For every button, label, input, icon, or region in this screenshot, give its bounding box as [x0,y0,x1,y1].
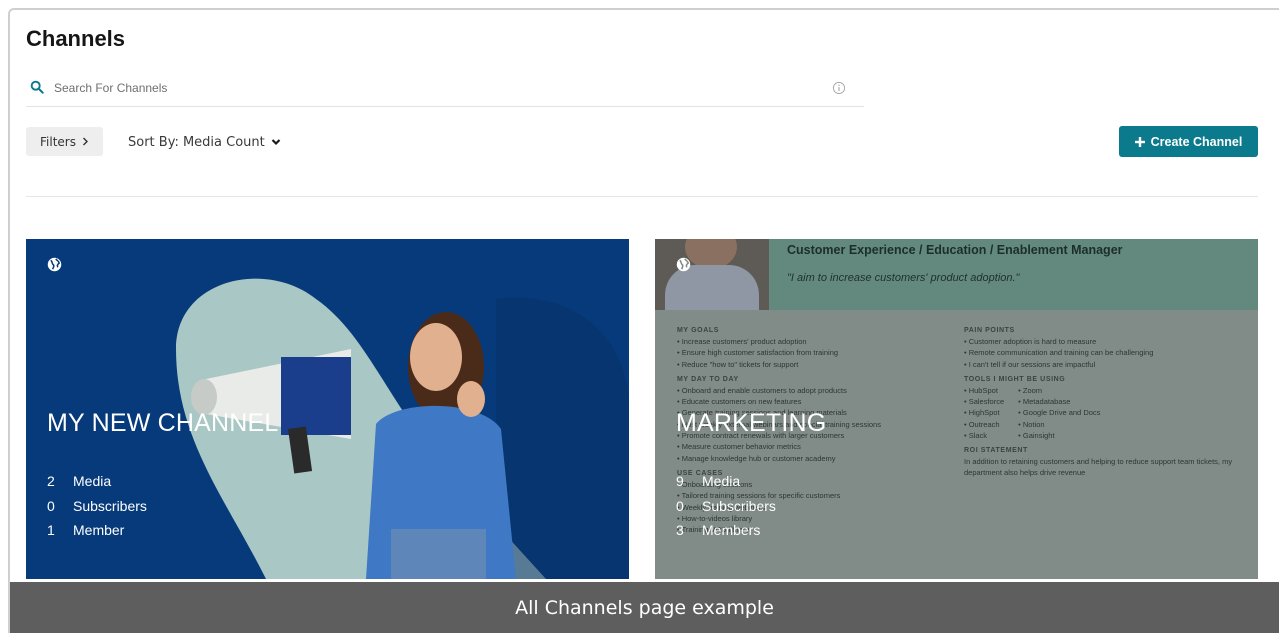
list-item: • Gainsight [1018,431,1055,441]
caption-bar: All Channels page example [10,582,1279,633]
list-item: • I can't tell if our sessions are impac… [964,359,1096,369]
chevron-right-icon [82,137,88,146]
tools-heading: TOOLS I MIGHT BE USING [964,375,1066,383]
roi-heading: ROI STATEMENT [964,447,1028,455]
channel-title: MARKETING [676,409,827,437]
divider [26,196,1258,197]
caption-text: All Channels page example [515,596,774,619]
list-item: • Remote communication and training can … [964,348,1154,358]
persona-photo [655,239,769,310]
stat-label: Member [73,522,125,539]
list-item: • Metadatabase [1018,397,1071,407]
day-heading: MY DAY TO DAY [677,375,739,383]
stat-label: Media [73,473,112,490]
list-item: • HighSpot [964,408,1000,418]
stat-count: 9 [676,473,684,490]
list-item: • Zoom [1018,385,1043,395]
globe-icon [676,257,691,272]
chevron-down-icon [271,139,281,146]
channel-stats: 2 Media 0 Subscribers 1 Member [47,469,147,543]
stat-label: Subscribers [702,497,776,514]
stat-count: 3 [676,522,684,539]
stat-label: Media [702,473,741,490]
list-item: • HubSpot [964,385,998,395]
list-item: • Reduce "how to" tickets for support [677,359,799,369]
search-input[interactable] [54,78,814,98]
stat-label: Members [702,522,761,539]
list-item: • Manage knowledge hub or customer acade… [677,453,836,463]
stat-members: 1 Member [47,518,147,543]
list-item: • Outreach [964,419,1000,429]
list-item: • Slack [964,431,988,441]
list-item: • Educate customers on new features [677,397,802,407]
list-item: • Ensure high customer satisfaction from… [677,348,839,358]
stat-subscribers: 0 Subscribers [676,494,776,519]
filters-button[interactable]: Filters [26,127,103,156]
list-item: • Notion [1018,419,1045,429]
channel-card-marketing[interactable]: Customer Experience / Education / Enable… [655,239,1258,579]
list-item: • Measure customer behavior metrics [677,442,801,452]
list-item: • Google Drive and Docs [1018,408,1101,418]
stat-count: 0 [676,497,684,514]
page-title: Channels [26,26,126,51]
stat-count: 2 [47,473,55,490]
search-bar[interactable] [26,76,864,107]
stat-media: 2 Media [47,469,147,494]
sort-label: Sort By: Media Count [128,134,265,150]
stat-count: 1 [47,522,55,539]
filters-label: Filters [40,134,76,149]
goals-heading: MY GOALS [677,327,720,334]
channel-title: MY NEW CHANNEL [47,409,279,437]
create-channel-button[interactable]: Create Channel [1119,126,1258,157]
stat-label: Subscribers [73,497,147,514]
roi-text: In addition to retaining customers and h… [964,457,1233,478]
create-channel-label: Create Channel [1150,134,1243,149]
sort-dropdown[interactable]: Sort By: Media Count [128,133,281,151]
persona-right-column: PAIN POINTS • Customer adoption is hard … [964,321,1234,478]
list-item: • Increase customers' product adoption [677,337,807,346]
search-icon [30,80,44,94]
list-item: • Onboard and enable customers to adopt … [677,385,847,395]
stat-members: 3 Members [676,518,776,543]
channel-card-my-new-channel[interactable]: MY NEW CHANNEL 2 Media 0 Subscribers 1 Memb… [26,239,629,579]
channel-stats: 9 Media 0 Subscribers 3 Members [676,469,776,543]
stat-count: 0 [47,497,55,514]
list-item: • Customer adoption is hard to measure [964,337,1097,346]
stat-subscribers: 0 Subscribers [47,494,147,519]
persona-quote: "I aim to increase customers' product ad… [787,272,1020,284]
info-icon[interactable] [832,81,846,95]
list-item: • Salesforce [964,397,1005,407]
plus-icon [1134,136,1145,147]
stat-media: 9 Media [676,469,776,494]
persona-role: Customer Experience / Education / Enable… [787,243,1123,257]
pain-heading: PAIN POINTS [964,327,1015,334]
globe-icon [47,257,62,272]
